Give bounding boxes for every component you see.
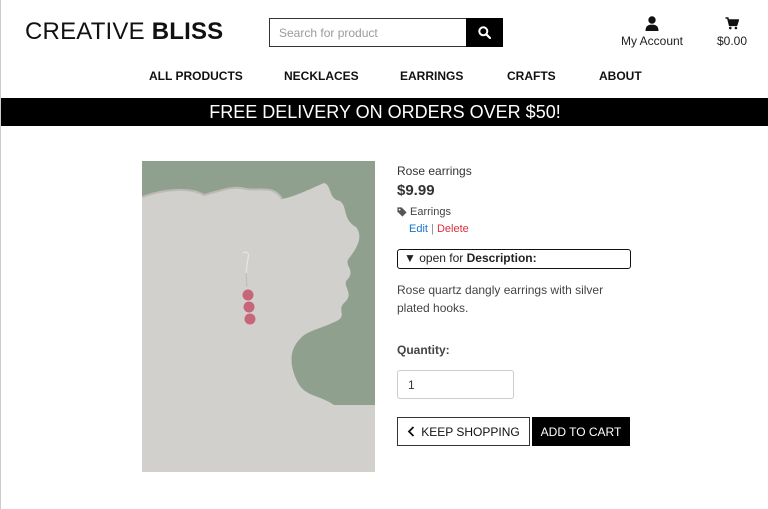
nav-earrings[interactable]: EARRINGS [400, 69, 463, 83]
admin-separator: | [431, 223, 434, 235]
page-frame: CREATIVE BLISS My Account [0, 0, 768, 509]
description-toggle-prefix: open for [419, 251, 467, 265]
earring-display-illustration [142, 161, 375, 472]
edit-link[interactable]: Edit [409, 223, 428, 235]
nav-necklaces[interactable]: NECKLACES [284, 69, 359, 83]
product-category-link[interactable]: Earrings [397, 206, 451, 218]
triangle-down-icon: ▼ [404, 251, 416, 265]
product-description: Rose quartz dangly earrings with silver … [397, 283, 604, 315]
product-name: Rose earrings [397, 164, 472, 178]
nav-about[interactable]: ABOUT [599, 69, 642, 83]
tag-icon [397, 207, 407, 217]
keep-shopping-button[interactable]: KEEP SHOPPING [397, 417, 530, 446]
nav-all-products[interactable]: ALL PRODUCTS [149, 69, 243, 83]
keep-shopping-label: KEEP SHOPPING [421, 424, 520, 439]
description-toggle-title: Description: [466, 251, 537, 265]
product-price: $9.99 [397, 182, 435, 199]
category-label: Earrings [410, 206, 451, 218]
quantity-input[interactable] [397, 370, 514, 399]
main-nav: ALL PRODUCTS NECKLACES EARRINGS CRAFTS A… [1, 69, 768, 87]
cart-icon [725, 16, 739, 29]
product-image [142, 161, 375, 472]
admin-actions: Edit | Delete [409, 223, 469, 235]
brand-bold-text: BLISS [151, 18, 224, 45]
nav-crafts[interactable]: CRAFTS [507, 69, 556, 83]
add-to-cart-button[interactable]: ADD TO CART [532, 417, 630, 446]
chevron-left-icon [407, 426, 415, 437]
quantity-label: Quantity: [397, 343, 450, 357]
user-icon [645, 15, 659, 31]
search-button[interactable] [466, 18, 503, 47]
search-input[interactable] [269, 18, 466, 47]
search-bar [269, 18, 503, 47]
delivery-banner: FREE DELIVERY ON ORDERS OVER $50! [1, 98, 768, 126]
cart-total: $0.00 [716, 34, 748, 48]
delete-link[interactable]: Delete [437, 223, 469, 235]
account-label: My Account [620, 34, 684, 48]
brand-light-text: CREATIVE [25, 18, 152, 45]
brand-logo[interactable]: CREATIVE BLISS [25, 18, 223, 46]
my-account-link[interactable]: My Account [616, 14, 688, 48]
cart-link[interactable]: $0.00 [707, 14, 757, 48]
add-to-cart-label: ADD TO CART [540, 424, 622, 439]
description-toggle[interactable]: ▼ open for Description: [397, 249, 631, 269]
search-icon [478, 26, 491, 39]
